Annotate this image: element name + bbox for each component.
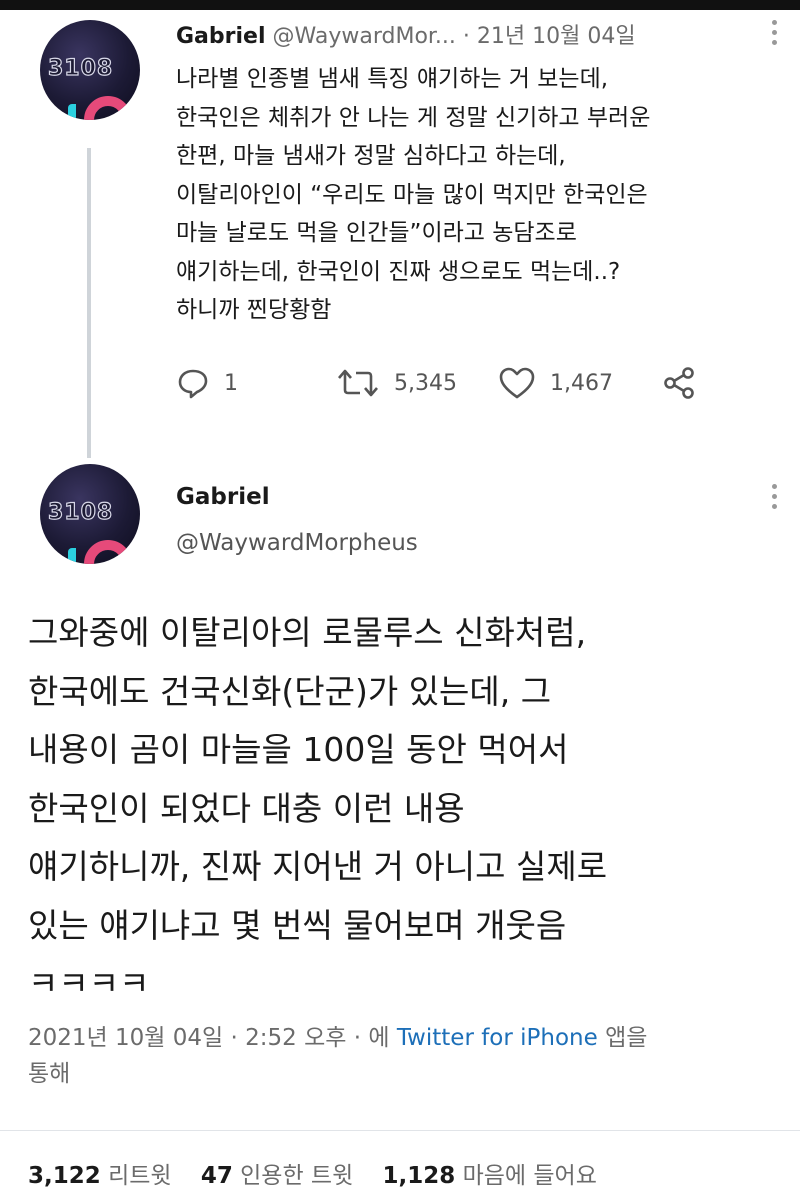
tweet-line: 마늘 날로도 먹을 인간들”이라고 농담조로 [176,220,577,246]
avatar[interactable]: 3108 [40,464,140,564]
display-name[interactable]: Gabriel [176,24,266,49]
avatar-graphic [84,540,132,564]
likes-label: 마음에 들어요 [462,1163,597,1189]
more-icon[interactable] [772,484,778,514]
tweet-date[interactable]: 2021년 10월 04일 [28,1025,223,1051]
more-icon[interactable] [772,20,778,50]
like-icon [499,367,535,399]
share-button[interactable] [662,366,696,400]
tweet-line: 한국에도 건국신화(단군)가 있는데, 그 [28,671,552,711]
retweets-label: 리트윗 [108,1163,172,1189]
tweet-line: 있는 얘기냐고 몇 번씩 물어보며 개웃음 [28,905,567,945]
tweet-line: 한국인은 체취가 안 나는 게 정말 신기하고 부러운 [176,104,651,131]
retweet-button[interactable]: 5,345 [336,366,457,400]
reply-count: 1 [224,370,238,396]
via-prefix: 에 [368,1025,390,1051]
tweet-line: 이탈리아인이 “우리도 마늘 많이 먹지만 한국인은 [176,181,648,208]
tweet-date[interactable]: 21년 10월 04일 [477,24,636,49]
tweet-header: Gabriel @WaywardMor... · 21년 10월 04일 [176,18,636,50]
tweet-line: 한편, 마늘 냄새가 정말 심하다고 하는데, [176,143,566,169]
quotes-label: 인용한 트윗 [240,1163,354,1189]
tweet-stats: 3,122 리트윗 47 인용한 트윗 1,128 마음에 들어요 [28,1156,597,1190]
separator: · [462,24,470,49]
tweet-line: 내용이 곰이 마늘을 100일 동안 먹어서 [28,730,569,769]
share-icon [664,367,694,399]
avatar-graphic [68,104,90,120]
tweet-meta: 2021년 10월 04일 · 2:52 오후 · 에 Twitter for … [28,1020,788,1092]
tweet-text: 나라별 인종별 냄새 특징 얘기하는 거 보는데, 한국인은 체취가 안 나는 … [176,60,786,330]
retweet-icon [338,369,378,397]
quotes-stat[interactable]: 47 인용한 트윗 [201,1163,353,1189]
tweet-line: 나라별 인종별 냄새 특징 얘기하는 거 보는데, [176,66,609,92]
top-status-bar [0,0,800,10]
via-line2: 통해 [28,1061,71,1087]
tweet-line: 한국인이 되었다 대충 이런 내용 [28,788,465,828]
avatar[interactable]: 3108 [40,20,140,120]
handle[interactable]: @WaywardMor... [273,24,456,49]
tweet-line: 하니까 찐당황함 [176,297,332,323]
avatar-text: 3108 [47,499,114,525]
avatar-graphic [68,548,90,564]
retweets-stat[interactable]: 3,122 리트윗 [28,1163,172,1189]
via-suffix: 앱을 [605,1025,648,1051]
likes-stat[interactable]: 1,128 마음에 들어요 [383,1163,597,1189]
tweet-text: 그와중에 이탈리아의 로물루스 신화처럼, 한국에도 건국신화(단군)가 있는데… [28,604,788,1014]
handle[interactable]: @WaywardMorpheus [176,530,418,556]
tweet-line: 그와중에 이탈리아의 로물루스 신화처럼, [28,613,587,652]
source-link[interactable]: Twitter for iPhone [397,1025,598,1051]
reply-button[interactable]: 1 [176,366,238,400]
likes-count: 1,128 [382,1163,456,1189]
tweet-line: 얘기하니까, 진짜 지어낸 거 아니고 실제로 [28,847,608,886]
tweet-actions: 1 5,345 1,467 [176,366,736,406]
tweet-line: 얘기하는데, 한국인이 진짜 생으로도 먹는데..? [176,258,621,285]
like-button[interactable]: 1,467 [498,366,613,400]
avatar-graphic [84,96,132,120]
thread-connector-line [87,148,91,458]
tweet-time[interactable]: 2:52 오후 [245,1025,346,1051]
tweet-line: ㅋㅋㅋㅋ [28,964,150,1003]
quotes-count: 47 [200,1163,233,1189]
retweet-count: 5,345 [394,370,457,396]
like-count: 1,467 [550,370,613,396]
reply-icon [178,369,208,399]
divider [0,1130,800,1131]
display-name[interactable]: Gabriel [176,484,270,510]
retweets-count: 3,122 [28,1163,101,1189]
avatar-text: 3108 [47,55,114,81]
